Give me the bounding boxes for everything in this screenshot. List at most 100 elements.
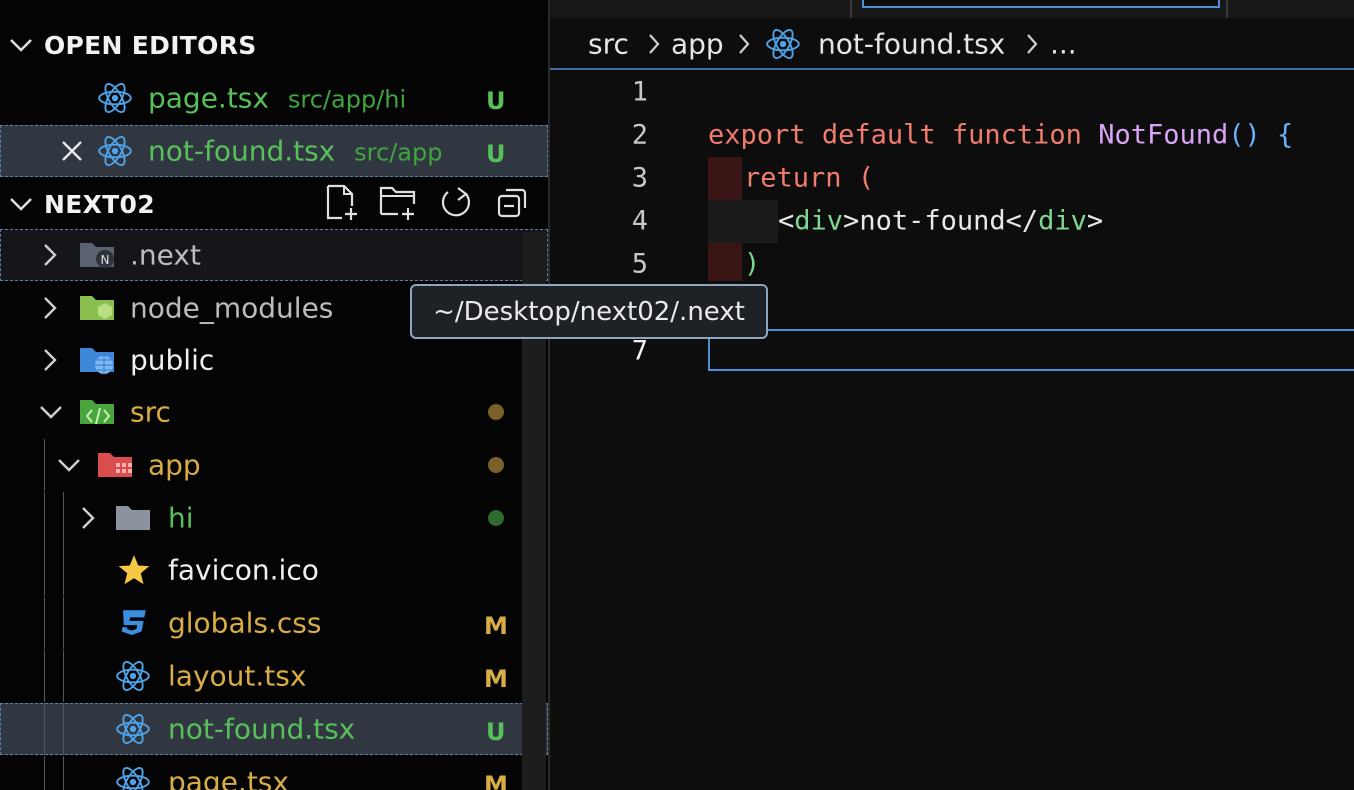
open-editor-path: src/app/hi (287, 85, 407, 114)
react-icon (116, 713, 150, 745)
jsx-bracket: < (778, 205, 795, 236)
line-number: 7 (631, 335, 648, 366)
open-editors-header[interactable]: OPEN EDITORS (0, 22, 548, 68)
tree-item-label: not-found.tsx (168, 712, 356, 746)
chevron-down-icon (10, 198, 32, 211)
git-status-badge: M (484, 611, 508, 640)
code-line[interactable]: 3 return ( (550, 156, 1354, 199)
line-number: 3 (631, 162, 648, 193)
code-line[interactable]: 4 <div>not-found</div> (550, 199, 1354, 242)
tab-divider (1226, 0, 1228, 18)
chevron-down-icon (10, 39, 32, 52)
new-file-icon[interactable] (324, 184, 360, 222)
keyword: return (744, 162, 842, 193)
star-icon (118, 555, 150, 585)
line-number: 2 (631, 119, 648, 150)
tree-item-label: .next (130, 238, 201, 272)
paren: ( (857, 162, 875, 193)
tree-item-label: hi (168, 501, 194, 535)
code-line[interactable]: 1 (550, 70, 1354, 113)
refresh-icon[interactable] (438, 184, 474, 222)
tree-item-not-found[interactable]: not-found.tsx U (0, 703, 548, 755)
close-icon[interactable] (60, 139, 84, 163)
chevron-right-icon (44, 349, 57, 371)
open-editor-name: page.tsx (148, 81, 269, 115)
chevron-down-icon (58, 459, 80, 472)
tab-divider (850, 0, 852, 18)
public-folder-icon (80, 348, 114, 374)
tree-item-src[interactable]: src (0, 386, 548, 438)
chevron-right-icon (649, 34, 660, 54)
tree-item-label: layout.tsx (168, 659, 307, 693)
tree-item-app[interactable]: app (0, 439, 548, 491)
tree-item-label: src (130, 395, 171, 429)
breadcrumb-item[interactable]: not-found.tsx (818, 28, 1005, 61)
react-icon (116, 766, 150, 790)
editor-area: src app not-found.tsx ... 1 2 export def… (550, 0, 1354, 790)
open-editor-name: not-found.tsx (148, 134, 336, 168)
brace: { (1277, 119, 1294, 150)
function-name: NotFound (1098, 119, 1229, 150)
chevron-right-icon (82, 507, 95, 529)
tree-item-layout[interactable]: layout.tsx M (0, 650, 548, 702)
breadcrumb: src app not-found.tsx ... (550, 18, 1354, 70)
path-tooltip: ~/Desktop/next02/.next (410, 284, 768, 339)
modified-dot (488, 457, 504, 473)
open-editor-path: src/app (354, 138, 443, 167)
jsx-bracket: > (843, 205, 860, 236)
line-number: 5 (631, 248, 648, 279)
svg-text:N: N (101, 253, 110, 267)
node-folder-icon (80, 296, 114, 320)
chevron-right-icon (1027, 34, 1038, 54)
parens: () (1228, 119, 1261, 150)
tree-item-public[interactable]: public (0, 334, 548, 386)
untracked-dot (488, 510, 504, 526)
tree-item-label: public (130, 343, 215, 377)
git-status-badge: U (486, 139, 506, 168)
tree-item-next[interactable]: N .next (0, 229, 548, 281)
paren: ) (744, 248, 761, 279)
jsx-bracket: > (1086, 205, 1104, 236)
css-icon (121, 610, 146, 636)
breadcrumb-item[interactable]: src (588, 28, 629, 61)
explorer-sidebar: OPEN EDITORS page.tsx src/app/hi U not-f… (0, 0, 548, 790)
keyword: default (821, 119, 936, 150)
chevron-down-icon (40, 406, 62, 419)
react-icon (116, 660, 150, 692)
jsx-tag: div (1038, 205, 1087, 236)
open-editors-title: OPEN EDITORS (44, 30, 257, 60)
tree-item-favicon[interactable]: favicon.ico (0, 544, 548, 596)
jsx-text: not-found (859, 205, 1006, 236)
tree-item-globals-css[interactable]: globals.css M (0, 597, 548, 649)
chevron-right-icon (44, 297, 57, 319)
react-icon (766, 28, 800, 60)
folder-icon: N (80, 243, 114, 268)
open-editor-item[interactable]: page.tsx src/app/hi U (0, 72, 548, 124)
react-icon (98, 135, 132, 167)
new-folder-icon[interactable] (378, 184, 418, 222)
jsx-tag: div (794, 205, 844, 236)
breadcrumb-item[interactable]: ... (1050, 28, 1077, 61)
project-title: NEXT02 (44, 189, 155, 219)
tab-active[interactable] (862, 0, 1220, 8)
git-status-badge: U (486, 717, 506, 746)
collapse-all-icon[interactable] (496, 184, 530, 222)
tree-item-hi[interactable]: hi (0, 492, 548, 544)
folder-icon (116, 506, 150, 530)
tree-item-page[interactable]: page.tsx M (0, 756, 548, 790)
code-text: <div>not-found</div> (778, 205, 1103, 236)
code-line[interactable]: 2 export default function NotFound() { (550, 113, 1354, 156)
src-folder-icon (80, 400, 114, 425)
code-text: return ( (744, 162, 874, 193)
tab-bar (550, 0, 1354, 18)
react-icon (98, 82, 132, 114)
chevron-right-icon (44, 244, 57, 266)
keyword: function (951, 119, 1082, 150)
code-line[interactable]: 5 ) (550, 242, 1354, 285)
modified-dot (488, 404, 504, 420)
line-number: 1 (631, 76, 648, 107)
tree-item-label: page.tsx (168, 765, 289, 790)
app-folder-icon (98, 453, 132, 477)
open-editor-item-active[interactable]: not-found.tsx src/app U (0, 125, 548, 177)
breadcrumb-item[interactable]: app (671, 28, 724, 61)
